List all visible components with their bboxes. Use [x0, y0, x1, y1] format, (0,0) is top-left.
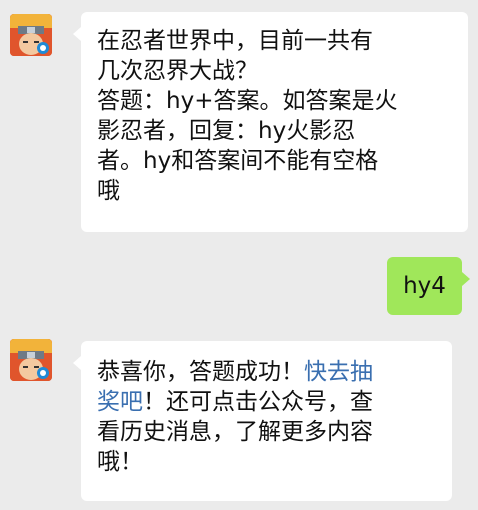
outgoing-message-bubble[interactable]: hy4 — [387, 257, 470, 315]
message-line: 哦！ — [97, 449, 143, 475]
message-bubble[interactable]: 在忍者世界中，目前一共有 几次忍界大战？ 答题：hy+答案。如答案是火 影忍者，… — [73, 12, 468, 232]
avatar[interactable] — [10, 14, 52, 56]
lottery-link[interactable]: 奖吧 — [97, 389, 143, 415]
message-line: 答题：hy+答案。如答案是火 — [97, 88, 398, 114]
message-text: hy4 — [403, 273, 446, 299]
lottery-link[interactable]: 快去抽 — [304, 359, 373, 385]
message-text: 恭喜你，答题成功！ — [97, 359, 304, 385]
message-line: 在忍者世界中，目前一共有 — [97, 28, 373, 54]
message-bubble[interactable]: 恭喜你，答题成功！快去抽 奖吧！还可点击公众号，查 看历史消息，了解更多内容 哦… — [73, 341, 452, 501]
message-text: ！还可点击公众号，查 — [143, 389, 373, 415]
message-line: 恭喜你，答题成功！快去抽 — [97, 357, 436, 387]
message-line: 看历史消息，了解更多内容 — [97, 419, 373, 445]
message-line: 哦 — [97, 178, 120, 204]
message-line: 影忍者，回复：hy火影忍 — [97, 118, 356, 144]
naruto-game-avatar-icon — [10, 14, 52, 56]
message-line: 奖吧！还可点击公众号，查 — [97, 387, 436, 417]
message-line: 几次忍界大战？ — [97, 58, 258, 84]
message-line: 者。hy和答案间不能有空格 — [97, 148, 379, 174]
avatar[interactable] — [10, 339, 52, 381]
naruto-game-avatar-icon — [10, 339, 52, 381]
